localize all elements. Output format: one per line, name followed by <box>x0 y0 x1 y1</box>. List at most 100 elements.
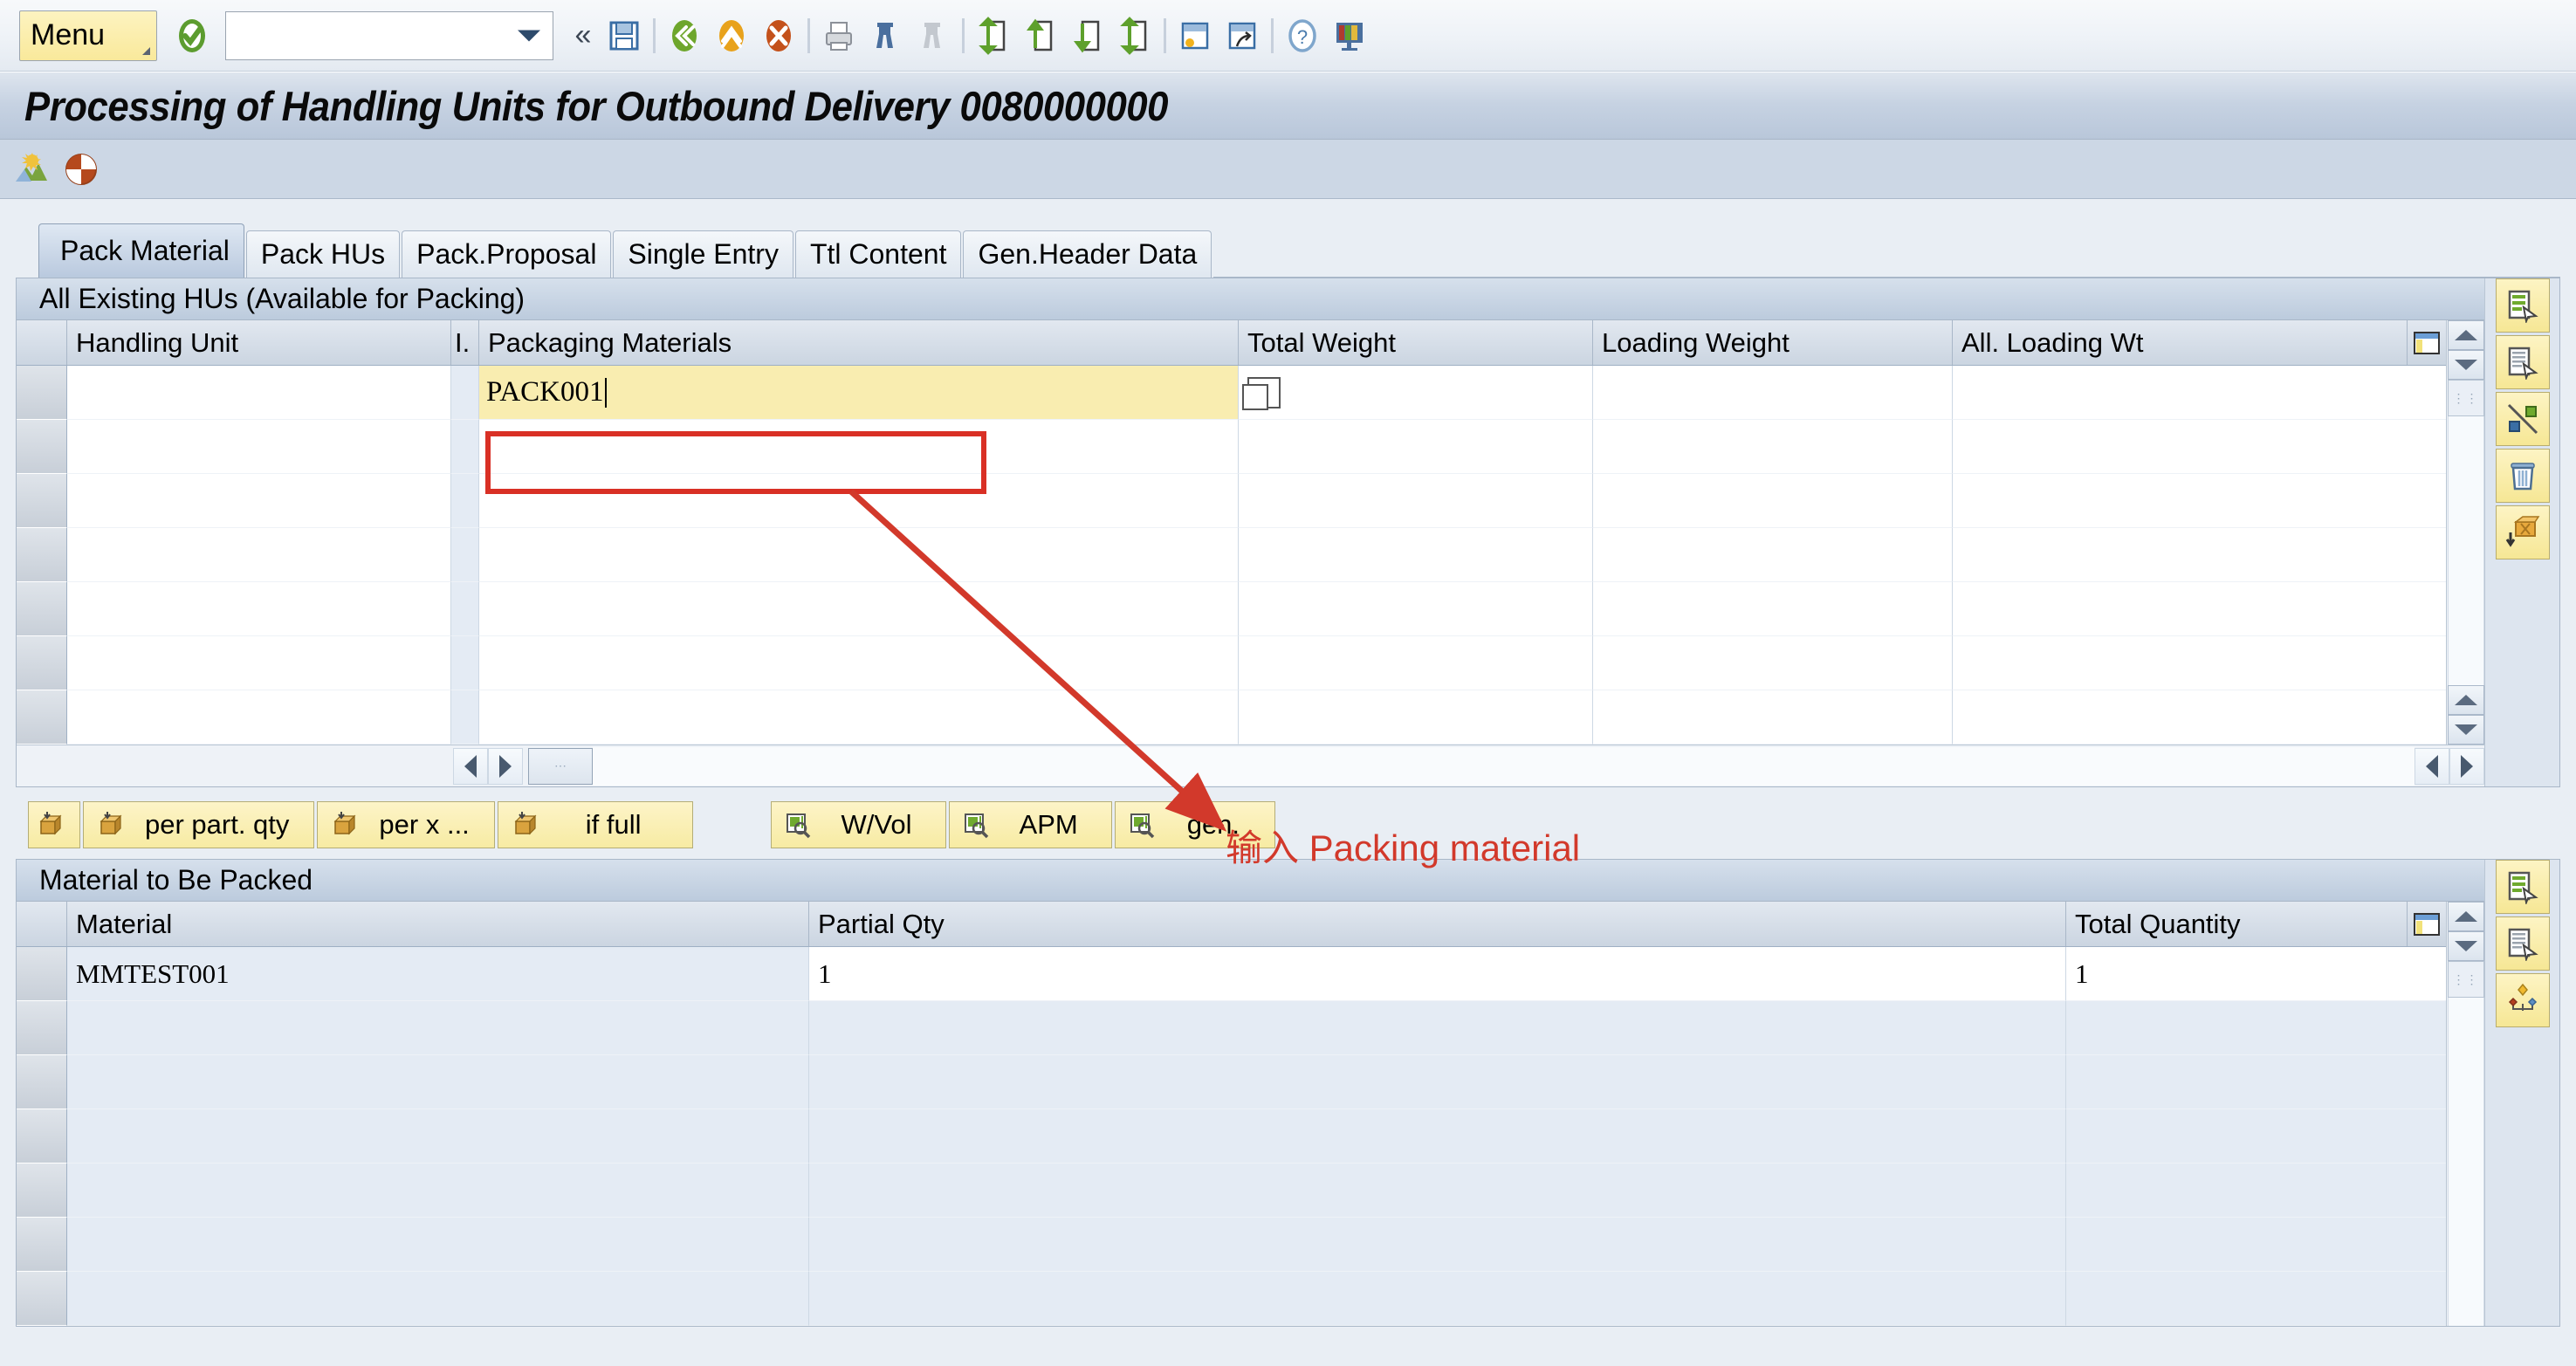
row-selector[interactable] <box>17 1055 67 1109</box>
cell-indicator[interactable] <box>451 474 479 528</box>
back-icon[interactable] <box>661 11 708 60</box>
unload-hu-button[interactable] <box>2495 505 2550 559</box>
cell-material[interactable] <box>67 1218 809 1272</box>
table-row[interactable] <box>17 528 2446 582</box>
tab-single-entry[interactable]: Single Entry <box>613 230 793 278</box>
material-vertical-scrollbar[interactable]: ⋮⋮ <box>2446 902 2484 1326</box>
cell-all-loading-wt[interactable] <box>1953 366 2446 420</box>
scroll-left-button[interactable] <box>453 747 488 785</box>
pack-if-full-button[interactable]: if full <box>497 801 693 848</box>
cell-material[interactable]: MMTEST001 <box>67 947 809 1001</box>
cell-indicator[interactable] <box>451 582 479 636</box>
last-page-icon[interactable] <box>1111 11 1158 60</box>
material-details-list-button[interactable] <box>2495 916 2550 971</box>
cell-handling-unit[interactable] <box>67 636 451 690</box>
table-row[interactable]: MMTEST001 1 1 <box>17 947 2446 1001</box>
cancel-icon[interactable] <box>755 11 802 60</box>
table-row[interactable] <box>17 582 2446 636</box>
cell-total-weight[interactable] <box>1239 636 1593 690</box>
create-shortcut-icon[interactable] <box>1219 11 1266 60</box>
table-row[interactable] <box>17 1001 2446 1055</box>
menu-button[interactable]: Menu <box>19 10 157 61</box>
enter-check-icon[interactable] <box>173 15 211 57</box>
print-icon[interactable] <box>815 11 862 60</box>
cell-packaging-materials[interactable] <box>479 474 1239 528</box>
scroll-track[interactable] <box>2447 998 2484 1326</box>
cell-handling-unit[interactable] <box>67 474 451 528</box>
tab-ttl-content[interactable]: Ttl Content <box>794 230 962 278</box>
tab-pack-hus[interactable]: Pack HUs <box>245 230 401 278</box>
table-row[interactable] <box>17 1164 2446 1218</box>
table-row[interactable] <box>17 1272 2446 1326</box>
cell-partial-qty[interactable] <box>809 1218 2066 1272</box>
row-selector[interactable] <box>17 1164 67 1218</box>
delete-button[interactable] <box>2495 449 2550 503</box>
cell-all-loading-wt[interactable] <box>1953 528 2446 582</box>
cell-material[interactable] <box>67 1055 809 1109</box>
scroll-thumb[interactable]: ⋮⋮ <box>2447 380 2484 416</box>
cell-partial-qty[interactable] <box>809 1001 2066 1055</box>
command-input[interactable] <box>226 11 514 56</box>
next-page-icon[interactable] <box>1064 11 1111 60</box>
scroll-up-button[interactable] <box>2447 320 2484 350</box>
cell-material[interactable] <box>67 1272 809 1326</box>
exit-icon[interactable] <box>708 11 755 60</box>
cell-indicator[interactable] <box>451 366 479 420</box>
collapse-chevrons-icon[interactable]: « <box>566 18 601 52</box>
help-icon[interactable]: ? <box>1279 11 1326 60</box>
row-selector[interactable] <box>17 474 67 528</box>
hu-col-total-weight[interactable]: Total Weight <box>1239 320 1593 365</box>
row-selector[interactable] <box>17 947 67 1001</box>
tab-pack-material[interactable]: Pack Material <box>38 223 244 278</box>
table-row[interactable] <box>17 1218 2446 1272</box>
cell-total-quantity[interactable] <box>2066 1164 2446 1218</box>
cell-packaging-materials[interactable] <box>479 528 1239 582</box>
hscroll-thumb[interactable]: ⋯ <box>528 747 593 785</box>
scroll-track[interactable] <box>2447 416 2484 685</box>
hu-horizontal-scrollbar[interactable]: ⋯ <box>17 745 2484 786</box>
cell-handling-unit[interactable] <box>67 420 451 474</box>
status-pie-icon[interactable] <box>61 149 101 189</box>
hu-vertical-scrollbar[interactable]: ⋮⋮ <box>2446 320 2484 745</box>
table-row[interactable] <box>17 1055 2446 1109</box>
overview-picture-icon[interactable] <box>12 149 52 189</box>
hu-col-packaging-materials[interactable]: Packaging Materials <box>479 320 1239 365</box>
cell-packaging-materials[interactable] <box>479 420 1239 474</box>
material-col-material[interactable]: Material <box>67 902 809 946</box>
cell-total-quantity[interactable] <box>2066 1109 2446 1164</box>
hu-column-config-icon[interactable] <box>2408 320 2446 365</box>
row-selector[interactable] <box>17 1272 67 1326</box>
cell-partial-qty[interactable] <box>809 1272 2066 1326</box>
scroll-page-up-button[interactable] <box>2447 685 2484 715</box>
find-next-icon[interactable] <box>910 11 957 60</box>
cell-loading-weight[interactable] <box>1593 366 1953 420</box>
cell-handling-unit[interactable] <box>67 528 451 582</box>
cell-loading-weight[interactable] <box>1593 420 1953 474</box>
table-row[interactable] <box>17 690 2446 745</box>
row-selector[interactable] <box>17 1218 67 1272</box>
cell-partial-qty[interactable] <box>809 1109 2066 1164</box>
hu-select-all-header[interactable] <box>17 320 67 365</box>
distribute-button[interactable] <box>2495 973 2550 1027</box>
weight-volume-button[interactable]: W/Vol <box>770 801 946 848</box>
command-field[interactable] <box>225 10 553 60</box>
row-selector[interactable] <box>17 690 67 745</box>
row-selector[interactable] <box>17 582 67 636</box>
cell-packaging-materials[interactable] <box>479 690 1239 745</box>
cell-material[interactable] <box>67 1001 809 1055</box>
details-green-button[interactable] <box>2495 278 2550 333</box>
cell-handling-unit[interactable] <box>67 582 451 636</box>
cell-partial-qty[interactable] <box>809 1164 2066 1218</box>
material-col-partial-qty[interactable]: Partial Qty <box>809 902 2066 946</box>
cell-partial-qty[interactable]: 1 <box>809 947 2066 1001</box>
hu-col-handling-unit[interactable]: Handling Unit <box>67 320 451 365</box>
table-row[interactable] <box>17 474 2446 528</box>
scroll-up-button[interactable] <box>2447 902 2484 931</box>
row-selector[interactable] <box>17 1109 67 1164</box>
cell-indicator[interactable] <box>451 420 479 474</box>
material-col-total-quantity[interactable]: Total Quantity <box>2066 902 2408 946</box>
value-help-icon[interactable] <box>1242 376 1281 410</box>
material-select-all-header[interactable] <box>17 902 67 946</box>
save-icon[interactable] <box>601 11 648 60</box>
find-icon[interactable] <box>862 11 910 60</box>
